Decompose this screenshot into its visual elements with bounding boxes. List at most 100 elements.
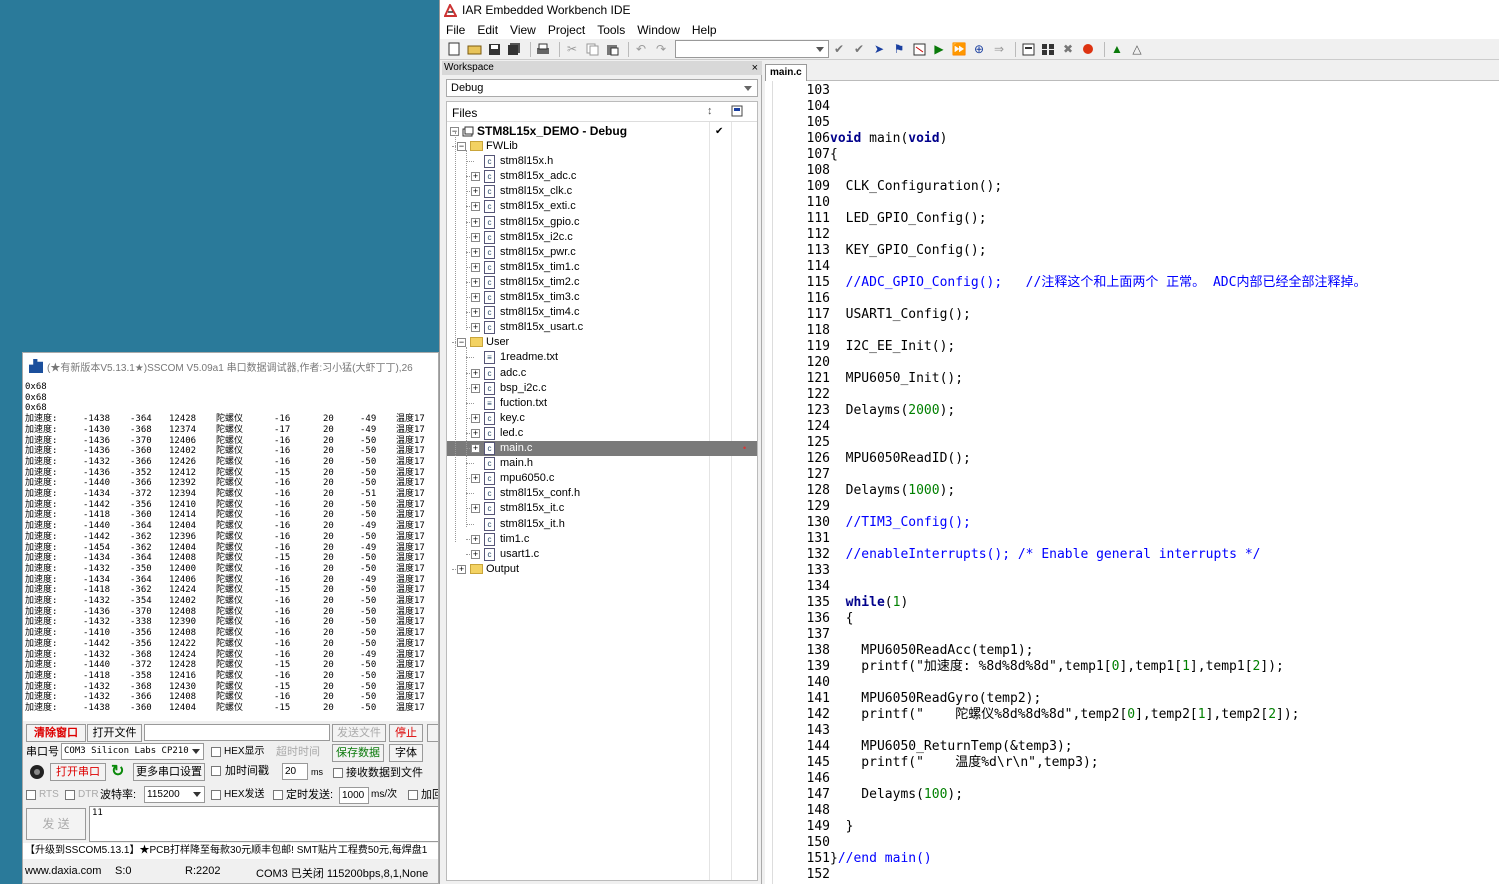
bookmark-icon[interactable]: ⚑: [891, 42, 907, 57]
tree-file[interactable]: + c stm8l15x_usart.c: [447, 320, 757, 335]
code-line[interactable]: 107{: [773, 147, 838, 163]
navigate-forward-icon[interactable]: ⇒: [991, 42, 1007, 57]
code-line[interactable]: 133: [773, 563, 830, 579]
code-line[interactable]: 125: [773, 435, 830, 451]
code-line[interactable]: 139 printf("加速度: %8d%8d%8d",temp1[0],tem…: [773, 659, 1284, 675]
tree-file[interactable]: + c stm8l15x_tim3.c: [447, 290, 757, 305]
tree-file[interactable]: + c stm8l15x_exti.c: [447, 199, 757, 214]
hex-send-checkbox[interactable]: [211, 790, 221, 800]
tree-file[interactable]: + c usart1.c: [447, 547, 757, 562]
code-line[interactable]: 108: [773, 163, 830, 179]
menu-tools[interactable]: Tools: [591, 23, 631, 37]
tree-file[interactable]: + c stm8l15x_pwr.c: [447, 245, 757, 260]
code-line[interactable]: 151}//end main(): [773, 851, 932, 867]
dtr-checkbox[interactable]: [65, 790, 75, 800]
stop-button[interactable]: 停止: [389, 724, 423, 742]
sort-icon[interactable]: ↕: [707, 105, 713, 117]
expand-icon[interactable]: +: [471, 474, 480, 484]
redo-icon[interactable]: ↷: [653, 42, 669, 57]
prev-bookmark-icon[interactable]: ⏩: [951, 42, 967, 57]
add-newline-checkbox[interactable]: [408, 790, 418, 800]
expand-icon[interactable]: +: [471, 202, 480, 212]
expand-icon[interactable]: +: [471, 383, 480, 393]
more-port-settings-button[interactable]: 更多串口设置: [133, 763, 205, 781]
timeout-ms-input[interactable]: 20: [282, 763, 308, 780]
code-line[interactable]: 124: [773, 419, 830, 435]
add-timestamp-checkbox[interactable]: [211, 766, 221, 776]
expand-icon[interactable]: +: [457, 564, 466, 574]
font-button[interactable]: 字体: [389, 744, 423, 762]
menu-view[interactable]: View: [504, 23, 542, 37]
collapse-icon[interactable]: −: [457, 142, 466, 151]
debug-without-download-icon[interactable]: △: [1129, 42, 1145, 57]
code-line[interactable]: 140: [773, 675, 830, 691]
timed-send-checkbox[interactable]: [273, 790, 283, 800]
code-line[interactable]: 144 MPU6050_ReturnTemp(&temp3);: [773, 739, 1073, 755]
tab-main-c[interactable]: main.c: [765, 64, 807, 81]
tree-file[interactable]: c main.h: [447, 456, 757, 471]
code-line[interactable]: 110: [773, 195, 830, 211]
expand-icon[interactable]: +: [471, 413, 480, 423]
code-line[interactable]: 134: [773, 579, 830, 595]
menu-project[interactable]: Project: [542, 23, 591, 37]
code-line[interactable]: 149 }: [773, 819, 854, 835]
new-file-icon[interactable]: [446, 42, 462, 57]
expand-icon[interactable]: +: [471, 293, 480, 302]
code-line[interactable]: 113 KEY_GPIO_Config();: [773, 243, 987, 259]
open-port-button[interactable]: 打开串口: [50, 763, 106, 781]
code-line[interactable]: 103: [773, 83, 830, 99]
code-line[interactable]: 138 MPU6050ReadAcc(temp1);: [773, 643, 1034, 659]
open-file-button[interactable]: 打开文件: [87, 724, 142, 742]
interval-input[interactable]: 1000: [339, 787, 369, 804]
code-line[interactable]: 105: [773, 115, 830, 131]
breakpoint-icon[interactable]: [1080, 42, 1096, 57]
make-icon[interactable]: [1040, 42, 1056, 57]
expand-icon[interactable]: +: [471, 247, 480, 257]
save-data-button[interactable]: 保存数据: [332, 744, 384, 762]
tree-file[interactable]: + c stm8l15x_tim2.c: [447, 275, 757, 290]
go-to-icon[interactable]: ➤: [871, 42, 887, 57]
tree-file[interactable]: + c main.c •: [447, 441, 757, 456]
code-line[interactable]: 136 {: [773, 611, 854, 627]
expand-icon[interactable]: +: [471, 428, 480, 438]
baud-select[interactable]: 115200: [144, 786, 205, 803]
send-text-input[interactable]: 11: [89, 806, 438, 842]
expand-icon[interactable]: +: [471, 444, 480, 453]
code-line[interactable]: 112: [773, 227, 830, 243]
tree-file[interactable]: + c stm8l15x_gpio.c: [447, 215, 757, 230]
tree-folder[interactable]: + Output: [447, 562, 757, 577]
stop-build-icon[interactable]: ✖: [1060, 42, 1076, 57]
code-line[interactable]: 142 printf(" 陀螺仪%8d%8d%8d",temp2[0],temp…: [773, 707, 1300, 723]
navigate-icon[interactable]: ⊕: [971, 42, 987, 57]
code-line[interactable]: 109 CLK_Configuration();: [773, 179, 1003, 195]
code-line[interactable]: 118: [773, 323, 830, 339]
code-line[interactable]: 131: [773, 531, 830, 547]
expand-icon[interactable]: +: [471, 262, 480, 272]
menu-edit[interactable]: Edit: [471, 23, 504, 37]
code-line[interactable]: 117 USART1_Config();: [773, 307, 971, 323]
code-line[interactable]: 121 MPU6050_Init();: [773, 371, 964, 387]
tree-file[interactable]: ≡ 1readme.txt: [447, 350, 757, 365]
code-line[interactable]: 106void main(void): [773, 131, 948, 147]
editor-gutter[interactable]: [765, 81, 773, 884]
code-line[interactable]: 146: [773, 771, 830, 787]
code-line[interactable]: 114: [773, 259, 830, 275]
code-line[interactable]: 143: [773, 723, 830, 739]
refresh-icon[interactable]: ↻: [111, 763, 124, 781]
code-line[interactable]: 123 Delayms(2000);: [773, 403, 956, 419]
tree-file[interactable]: c stm8l15x_it.h: [447, 517, 757, 532]
close-icon[interactable]: ×: [752, 61, 758, 75]
expand-icon[interactable]: +: [471, 187, 480, 197]
hex-display-checkbox[interactable]: [211, 747, 221, 757]
collapse-icon[interactable]: −: [457, 338, 466, 348]
code-line[interactable]: 122: [773, 387, 830, 403]
tree-file[interactable]: + c stm8l15x_adc.c: [447, 169, 757, 184]
tree-file[interactable]: c stm8l15x_conf.h: [447, 486, 757, 501]
tree-file[interactable]: + c stm8l15x_i2c.c: [447, 230, 757, 245]
tree-file[interactable]: + c led.c: [447, 426, 757, 441]
expand-icon[interactable]: +: [471, 504, 480, 514]
tree-file[interactable]: + c stm8l15x_tim4.c: [447, 305, 757, 320]
toggle-bookmark-icon[interactable]: [911, 42, 927, 57]
code-line[interactable]: 127: [773, 467, 830, 483]
tree-file[interactable]: + c bsp_i2c.c: [447, 381, 757, 396]
